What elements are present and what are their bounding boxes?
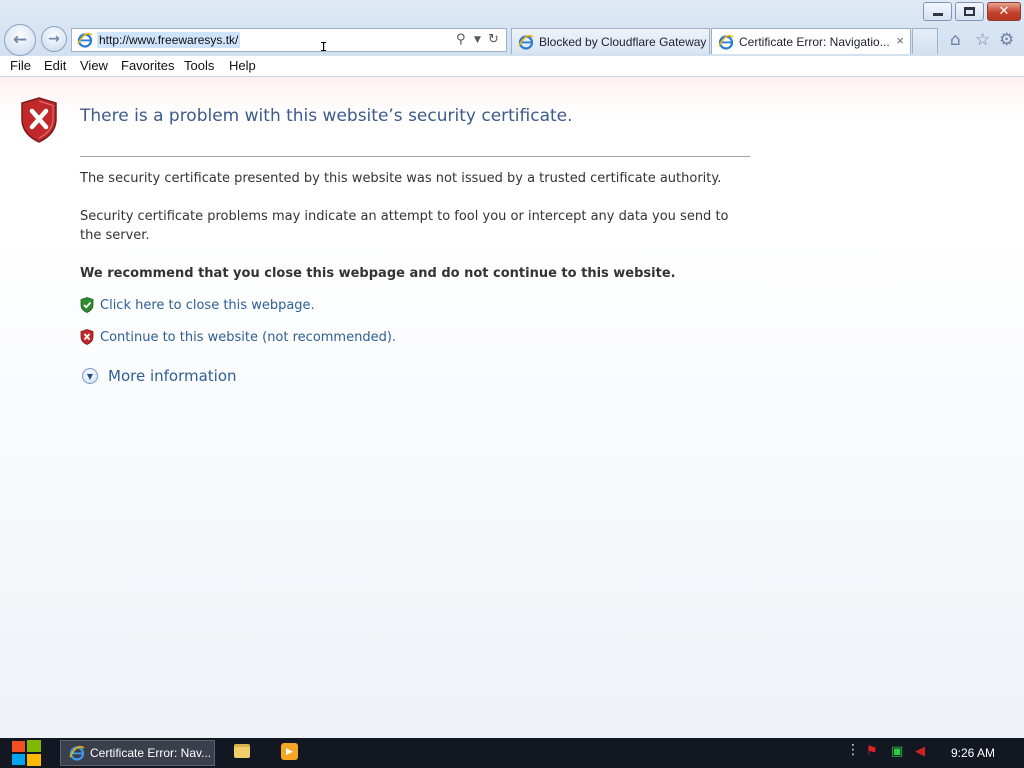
tray-overflow-icon[interactable]: ⋮ (846, 742, 860, 758)
back-arrow-icon: ← (12, 30, 28, 50)
dropdown-icon[interactable]: ▼ (474, 35, 481, 45)
restore-icon (964, 7, 975, 16)
more-information-row[interactable]: ▼ More information (82, 367, 237, 385)
forward-button[interactable]: → (41, 26, 67, 52)
minimize-button[interactable] (923, 2, 952, 21)
tab-label: Certificate Error: Navigatio... (739, 34, 890, 49)
menu-tools[interactable]: Tools (184, 58, 214, 73)
volume-muted-icon[interactable]: ◀ (915, 744, 925, 759)
menu-view[interactable]: View (80, 58, 108, 73)
close-webpage-link-row: Click here to close this webpage. (80, 297, 315, 313)
close-window-button[interactable]: ✕ (987, 2, 1021, 21)
home-icon[interactable]: ⌂ (950, 30, 961, 50)
close-icon: ✕ (998, 4, 1010, 19)
new-tab-button[interactable] (912, 28, 938, 54)
action-center-flag-icon[interactable]: ⚑ (866, 744, 878, 759)
tab-close-icon[interactable]: × (896, 33, 904, 48)
continue-website-link[interactable]: Continue to this website (not recommende… (100, 330, 396, 345)
menu-help[interactable]: Help (229, 58, 256, 73)
search-icon[interactable]: ⚲ (456, 32, 466, 47)
refresh-icon[interactable]: ↻ (488, 32, 499, 47)
expand-chevron-icon[interactable]: ▼ (82, 368, 98, 384)
minimize-icon (932, 13, 943, 16)
file-explorer-icon[interactable] (234, 744, 250, 758)
paragraph-security-warning: Security certificate problems may indica… (80, 209, 729, 243)
divider (80, 156, 750, 157)
menu-bar: File Edit View Favorites Tools Help (0, 56, 1024, 77)
tab-label: Blocked by Cloudflare Gateway (539, 34, 707, 49)
taskbar: Certificate Error: Nav... ▶ ⋮ ⚑ ▣ ◀ 9:26… (0, 738, 1024, 768)
shield-error-small-icon (80, 329, 94, 345)
tab-blocked-cloudflare[interactable]: Blocked by Cloudflare Gateway (511, 28, 710, 54)
network-icon[interactable]: ▣ (891, 744, 903, 759)
tab-certificate-error[interactable]: Certificate Error: Navigatio... × (711, 28, 911, 54)
menu-file[interactable]: File (10, 58, 31, 73)
menu-edit[interactable]: Edit (44, 58, 66, 73)
restore-button[interactable] (955, 2, 984, 21)
taskbar-ie-window[interactable]: Certificate Error: Nav... (60, 740, 215, 766)
tools-gear-icon[interactable]: ⚙ (999, 30, 1014, 50)
menu-favorites[interactable]: Favorites (121, 58, 174, 73)
recommendation-text: We recommend that you close this webpage… (80, 266, 676, 281)
favorites-star-icon[interactable]: ☆ (975, 30, 990, 50)
browser-chrome: ✕ ← → http://www.freewaresys.tk/ I ⚲ ▼ ↻… (0, 0, 1024, 56)
shield-error-icon (20, 97, 58, 143)
back-button[interactable]: ← (4, 24, 36, 56)
close-webpage-link[interactable]: Click here to close this webpage. (100, 298, 315, 313)
forward-arrow-icon: → (48, 31, 60, 47)
url-text[interactable]: http://www.freewaresys.tk/ (97, 32, 241, 48)
media-player-icon[interactable]: ▶ (281, 743, 298, 760)
page-title: There is a problem with this website’s s… (80, 106, 573, 126)
shield-ok-icon (80, 297, 94, 313)
ie-page-icon (77, 32, 93, 48)
taskbar-window-label: Certificate Error: Nav... (90, 746, 212, 760)
paragraph-untrusted-authority: The security certificate presented by th… (80, 171, 722, 186)
ie-page-icon (518, 34, 534, 50)
text-cursor-icon: I (320, 40, 328, 54)
clock[interactable]: 9:26 AM (951, 746, 995, 760)
more-information-link[interactable]: More information (108, 367, 237, 385)
ie-logo-icon (69, 745, 85, 761)
page-content: There is a problem with this website’s s… (0, 77, 1024, 738)
address-bar[interactable]: http://www.freewaresys.tk/ I ⚲ ▼ ↻ (71, 28, 507, 54)
start-button[interactable] (10, 739, 43, 767)
ie-page-icon (718, 34, 734, 50)
continue-website-link-row: Continue to this website (not recommende… (80, 329, 396, 345)
windows-logo-icon (12, 740, 41, 766)
